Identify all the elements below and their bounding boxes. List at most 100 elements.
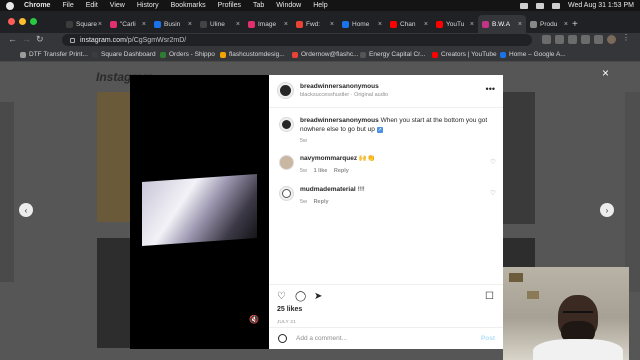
comment-likes[interactable]: 1 like xyxy=(314,168,328,174)
tab-home[interactable]: Home × xyxy=(338,15,386,33)
tab-close-icon[interactable]: × xyxy=(236,21,240,28)
menubar-clock[interactable]: Wed Aug 31 1:53 PM xyxy=(568,2,634,9)
menu-bookmarks[interactable]: Bookmarks xyxy=(171,2,206,9)
tab-close-icon[interactable]: × xyxy=(424,21,428,28)
tab-image[interactable]: Image × xyxy=(244,15,292,33)
profile-avatar-icon[interactable] xyxy=(607,35,616,44)
post-video[interactable]: 🔇 xyxy=(130,75,269,349)
audio-subtitle[interactable]: blacksuccesshustler · Original audio xyxy=(300,92,388,98)
menu-profiles[interactable]: Profiles xyxy=(218,2,241,9)
tab-instagram-carli[interactable]: "Carli × xyxy=(106,15,150,33)
bookmark-item[interactable]: Square Dashboard xyxy=(92,51,156,58)
new-tab-icon[interactable]: + xyxy=(572,19,578,30)
tab-close-icon[interactable]: × xyxy=(564,21,568,28)
likes-count[interactable]: 25 likes xyxy=(277,306,302,313)
back-icon[interactable]: ← xyxy=(8,34,17,44)
extensions-icon[interactable] xyxy=(581,35,590,44)
menu-window[interactable]: Window xyxy=(276,2,301,9)
tab-channel[interactable]: Chan × xyxy=(386,15,432,33)
install-app-icon[interactable] xyxy=(542,35,551,44)
tab-business[interactable]: Busin × xyxy=(150,15,196,33)
forward-icon[interactable]: → xyxy=(22,34,31,44)
browser-menu-icon[interactable]: ⋮ xyxy=(622,33,631,42)
bookmark-item[interactable]: Home – Google A... xyxy=(500,51,566,58)
tab-square[interactable]: Square × xyxy=(62,15,106,33)
menu-app-name[interactable]: Chrome xyxy=(24,2,50,9)
bookmark-favicon-icon xyxy=(92,51,98,58)
author-avatar[interactable] xyxy=(279,117,294,132)
menu-view[interactable]: View xyxy=(110,2,125,9)
tab-close-icon[interactable]: × xyxy=(142,21,146,28)
previous-post-icon[interactable]: ‹ xyxy=(19,203,33,217)
video-frame xyxy=(142,173,257,247)
share-icon[interactable] xyxy=(555,35,564,44)
tab-youtube[interactable]: YouTu × xyxy=(432,15,478,33)
window-zoom-icon[interactable] xyxy=(30,18,37,25)
bookmark-label: Energy Capital Cr... xyxy=(369,51,426,58)
bookmarks-bar: DTF Transfer Print... Square Dashboard O… xyxy=(0,47,640,62)
mute-icon[interactable]: 🔇 xyxy=(249,315,259,324)
tab-close-icon[interactable]: × xyxy=(330,21,334,28)
comment-like-icon[interactable]: ♡ xyxy=(490,189,496,197)
save-icon[interactable]: ☐ xyxy=(485,291,494,302)
tab-close-icon[interactable]: × xyxy=(284,21,288,28)
sidebar-icon[interactable] xyxy=(594,35,603,44)
battery-icon[interactable] xyxy=(535,2,544,9)
apple-icon[interactable] xyxy=(6,1,14,10)
tab-gmail-fwd[interactable]: Fwd: × xyxy=(292,15,338,33)
window-close-icon[interactable] xyxy=(8,18,15,25)
comment-reply-button[interactable]: Reply xyxy=(314,199,329,205)
menu-tab[interactable]: Tab xyxy=(253,2,264,9)
commenter-avatar[interactable] xyxy=(279,186,294,201)
add-comment-input[interactable]: Add a comment... xyxy=(296,335,347,342)
like-icon[interactable]: ♡ xyxy=(277,291,286,302)
emoji-icon[interactable] xyxy=(278,334,287,343)
background-post-thumbnail xyxy=(503,238,535,268)
instagram-favicon-icon xyxy=(482,20,489,28)
comment-like-icon[interactable]: ♡ xyxy=(490,158,496,166)
caption-username[interactable]: breadwinnersanonymous xyxy=(300,117,379,124)
tab-uline[interactable]: Uline × xyxy=(196,15,244,33)
wifi-icon[interactable] xyxy=(519,2,528,9)
tab-close-icon[interactable]: × xyxy=(470,21,474,28)
search-icon[interactable] xyxy=(551,2,560,9)
bookmark-item[interactable]: Ordernow@flashc... xyxy=(292,51,359,58)
background-post-thumbnail xyxy=(97,92,130,222)
menu-edit[interactable]: Edit xyxy=(86,2,98,9)
next-post-icon[interactable]: › xyxy=(600,203,614,217)
author-avatar[interactable] xyxy=(277,82,294,99)
bookmark-item[interactable]: Orders - Shippo xyxy=(160,51,215,58)
author-username[interactable]: breadwinnersanonymous xyxy=(300,83,379,90)
window-minimize-icon[interactable] xyxy=(19,18,26,25)
bookmark-item[interactable]: Energy Capital Cr... xyxy=(360,51,425,58)
menu-file[interactable]: File xyxy=(62,2,73,9)
share-icon[interactable]: ➤ xyxy=(314,291,322,302)
webcam-person-shirt xyxy=(533,339,623,360)
reload-icon[interactable]: ↻ xyxy=(36,34,44,45)
more-options-icon[interactable]: ••• xyxy=(486,84,495,94)
bookmark-item[interactable]: DTF Transfer Print... xyxy=(20,51,88,58)
page-overlay[interactable]: Instagram × ‹ › 🔇 breadwinnersanonymous … xyxy=(0,62,640,360)
menu-help[interactable]: Help xyxy=(313,2,327,9)
tab-close-icon[interactable]: × xyxy=(518,21,522,28)
comment-username[interactable]: mudmadematerial xyxy=(300,186,356,193)
comment-reply-button[interactable]: Reply xyxy=(334,168,349,174)
background-side-content xyxy=(625,92,640,292)
menu-history[interactable]: History xyxy=(137,2,159,9)
tab-close-icon[interactable]: × xyxy=(188,21,192,28)
commenter-avatar[interactable] xyxy=(279,155,294,170)
bookmark-star-icon[interactable] xyxy=(568,35,577,44)
tab-bwa-active[interactable]: B.W.A × xyxy=(478,15,526,33)
bookmark-label: flashcustomdesig... xyxy=(229,51,285,58)
tab-products[interactable]: Produ × xyxy=(526,15,572,33)
tab-close-icon[interactable]: × xyxy=(378,21,382,28)
address-bar[interactable]: instagram.com /p/CgSgmWsr2mD/ xyxy=(62,34,532,46)
comment-username[interactable]: navymommarquez xyxy=(300,155,357,162)
tab-close-icon[interactable]: × xyxy=(98,21,102,28)
bookmark-item[interactable]: flashcustomdesig... xyxy=(220,51,285,58)
bookmark-item[interactable]: Creators | YouTube xyxy=(432,51,497,58)
lock-icon[interactable] xyxy=(70,37,75,43)
comment-icon[interactable]: ◯ xyxy=(295,291,306,302)
close-icon[interactable]: × xyxy=(602,66,609,80)
post-comment-button[interactable]: Post xyxy=(481,335,495,342)
